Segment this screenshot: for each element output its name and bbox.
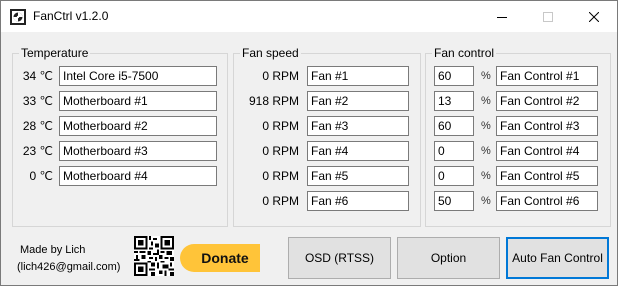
author-credit: Made by Lich (lich426@gmail.com) [17, 242, 121, 276]
fan-control-name-field[interactable]: Fan Control #3 [496, 116, 598, 136]
option-button[interactable]: Option [397, 237, 500, 279]
fan-control-percent-field[interactable]: 0 [434, 141, 474, 161]
author-email: (lich426@gmail.com) [17, 261, 121, 273]
fan-name-field[interactable]: Fan #2 [307, 91, 409, 111]
temperature-group-title: Temperature [19, 46, 91, 61]
window-title: FanCtrl v1.2.0 [33, 9, 109, 23]
made-by-label: Made by Lich [20, 244, 86, 256]
maximize-icon [543, 11, 553, 22]
temperature-group: Temperature 34 ℃ Intel Core i5-7500 33 ℃… [12, 46, 228, 227]
fan-control-name-field[interactable]: Fan Control #6 [496, 191, 598, 211]
donate-button[interactable]: Donate [180, 244, 260, 272]
fan-speed-group-title: Fan speed [240, 46, 301, 61]
fan-app-icon [10, 9, 26, 25]
close-icon [589, 11, 599, 22]
fan-name-field[interactable]: Fan #3 [307, 116, 409, 136]
fan-name-field[interactable]: Fan #5 [307, 166, 409, 186]
temperature-value: 33 ℃ [22, 94, 53, 108]
fanctrl-window: FanCtrl v1.2.0 Temperature 34 ℃ Intel Co… [0, 0, 618, 286]
fan-control-percent-field[interactable]: 0 [434, 166, 474, 186]
fan-rpm-value: 0 RPM [262, 69, 299, 83]
close-button[interactable] [571, 1, 617, 32]
maximize-button [525, 1, 571, 32]
fan-rpm-value: 0 RPM [262, 144, 299, 158]
title-bar[interactable]: FanCtrl v1.2.0 [1, 1, 617, 32]
fan-control-percent-field[interactable]: 60 [434, 66, 474, 86]
fan-control-name-field[interactable]: Fan Control #1 [496, 66, 598, 86]
fan-control-group-title: Fan control [432, 46, 497, 61]
fan-rpm-value: 0 RPM [262, 169, 299, 183]
fan-name-field[interactable]: Fan #1 [307, 66, 409, 86]
fan-speed-group: Fan speed 0 RPM Fan #1 918 RPM Fan #2 0 … [233, 46, 421, 227]
fan-control-percent-field[interactable]: 60 [434, 116, 474, 136]
temperature-name-field[interactable]: Intel Core i5-7500 [59, 66, 217, 86]
percent-unit: % [481, 145, 491, 157]
fan-name-field[interactable]: Fan #4 [307, 141, 409, 161]
fan-rpm-value: 918 RPM [248, 94, 299, 108]
percent-unit: % [481, 95, 491, 107]
qr-code-icon [134, 236, 174, 276]
minimize-icon [497, 16, 507, 18]
minimize-button[interactable] [479, 1, 525, 32]
temperature-name-field[interactable]: Motherboard #1 [59, 91, 217, 111]
temperature-name-field[interactable]: Motherboard #3 [59, 141, 217, 161]
auto-fan-control-button[interactable]: Auto Fan Control [506, 237, 609, 279]
percent-unit: % [481, 170, 491, 182]
fan-rpm-value: 0 RPM [262, 194, 299, 208]
fan-name-field[interactable]: Fan #6 [307, 191, 409, 211]
percent-unit: % [481, 195, 491, 207]
temperature-name-field[interactable]: Motherboard #2 [59, 116, 217, 136]
fan-control-percent-field[interactable]: 50 [434, 191, 474, 211]
osd-rtss-button[interactable]: OSD (RTSS) [288, 237, 391, 279]
fan-rpm-value: 0 RPM [262, 119, 299, 133]
temperature-value: 34 ℃ [22, 69, 53, 83]
fan-control-name-field[interactable]: Fan Control #5 [496, 166, 598, 186]
fan-control-name-field[interactable]: Fan Control #4 [496, 141, 598, 161]
temperature-value: 0 ℃ [29, 169, 53, 183]
fan-control-name-field[interactable]: Fan Control #2 [496, 91, 598, 111]
percent-unit: % [481, 120, 491, 132]
percent-unit: % [481, 70, 491, 82]
temperature-value: 23 ℃ [22, 144, 53, 158]
fan-control-percent-field[interactable]: 13 [434, 91, 474, 111]
temperature-value: 28 ℃ [22, 119, 53, 133]
temperature-name-field[interactable]: Motherboard #4 [59, 166, 217, 186]
fan-control-group: Fan control 60 % Fan Control #1 13 % Fan… [425, 46, 611, 227]
